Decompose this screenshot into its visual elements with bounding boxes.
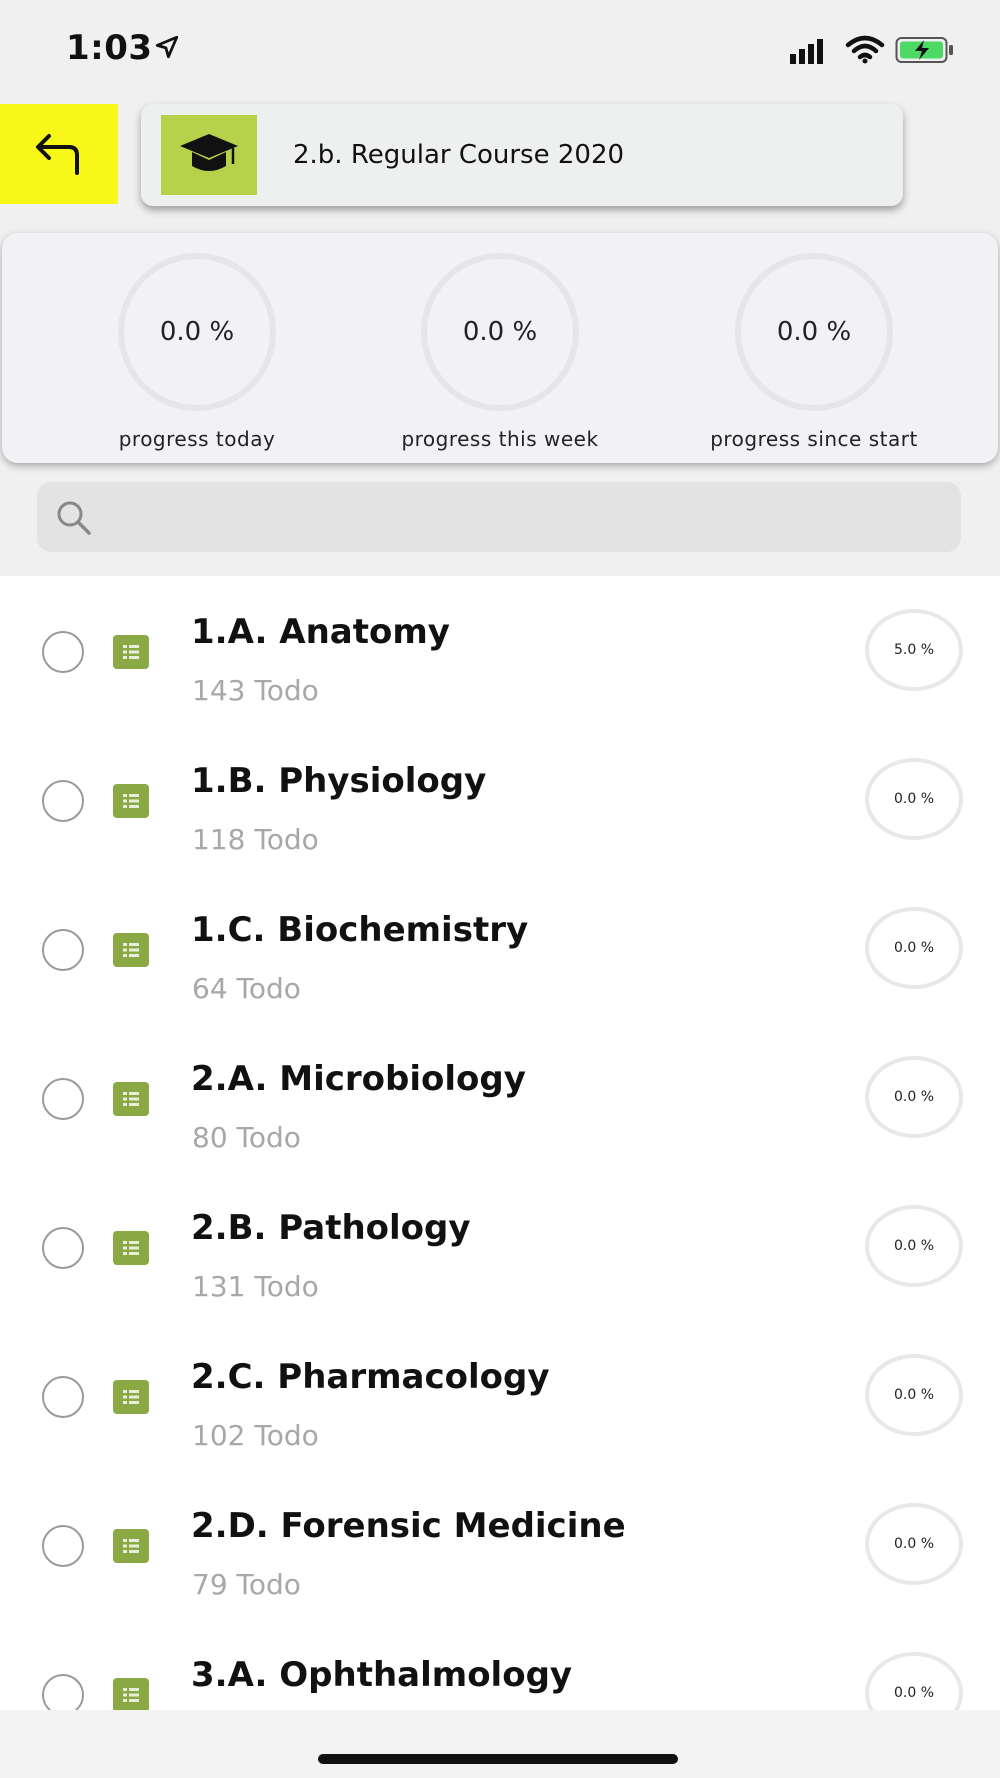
checklist-icon xyxy=(113,784,149,818)
list-item[interactable]: 2.D. Forensic Medicine 79 Todo 0.0 % xyxy=(0,1470,1000,1619)
search-icon xyxy=(57,501,91,535)
battery-charging-icon xyxy=(895,37,953,63)
home-indicator[interactable] xyxy=(318,1754,678,1764)
subject-percent: 0.0 % xyxy=(893,1089,935,1105)
course-header-card[interactable]: 2.b. Regular Course 2020 xyxy=(141,104,903,206)
back-arrow-icon xyxy=(36,134,79,175)
status-time: 1:03 xyxy=(66,28,153,68)
subject-title: 2.A. Microbiology xyxy=(191,1059,526,1099)
progress-label: progress since start xyxy=(710,427,918,451)
wifi-icon xyxy=(845,35,885,64)
subject-progress-ring: 0.0 % xyxy=(864,1353,964,1437)
graduation-cap-icon xyxy=(180,134,238,171)
checklist-icon xyxy=(113,1529,149,1563)
progress-value: 0.0 % xyxy=(776,317,852,347)
select-radio[interactable] xyxy=(42,631,84,673)
progress-value: 0.0 % xyxy=(159,317,235,347)
list-item[interactable]: 1.C. Biochemistry 64 Todo 0.0 % xyxy=(0,874,1000,1023)
select-radio[interactable] xyxy=(42,780,84,822)
subject-percent: 0.0 % xyxy=(893,1536,935,1552)
subject-todo-count: 143 Todo xyxy=(192,674,319,707)
select-radio[interactable] xyxy=(42,1674,84,1710)
progress-summary-card: 0.0 % progress today 0.0 % progress this… xyxy=(2,233,998,463)
subject-todo-count: 118 Todo xyxy=(192,823,319,856)
subject-percent: 5.0 % xyxy=(893,642,935,658)
subject-todo-count: 79 Todo xyxy=(192,1568,301,1601)
subject-percent: 0.0 % xyxy=(893,940,935,956)
subject-progress-ring: 0.0 % xyxy=(864,1651,964,1710)
progress-today: 0.0 % progress today xyxy=(47,253,347,451)
checklist-icon xyxy=(113,1678,149,1710)
course-title: 2.b. Regular Course 2020 xyxy=(293,140,625,170)
select-radio[interactable] xyxy=(42,1525,84,1567)
back-button[interactable] xyxy=(0,104,118,204)
subject-title: 1.B. Physiology xyxy=(191,761,487,801)
status-bar: 1:03 xyxy=(0,0,1000,100)
subject-title: 2.D. Forensic Medicine xyxy=(191,1506,626,1546)
subject-progress-ring: 0.0 % xyxy=(864,1204,964,1288)
progress-value: 0.0 % xyxy=(462,317,538,347)
subject-progress-ring: 0.0 % xyxy=(864,757,964,841)
subject-title: 2.C. Pharmacology xyxy=(191,1357,550,1397)
select-radio[interactable] xyxy=(42,1078,84,1120)
checklist-icon xyxy=(113,1231,149,1265)
subject-percent: 0.0 % xyxy=(893,1685,935,1701)
location-arrow-icon xyxy=(155,35,179,59)
subject-todo-count: 80 Todo xyxy=(192,1121,301,1154)
list-item[interactable]: 2.B. Pathology 131 Todo 0.0 % xyxy=(0,1172,1000,1321)
progress-ring: 0.0 % xyxy=(421,253,579,411)
list-item[interactable]: 3.A. Ophthalmology 0.0 % xyxy=(0,1619,1000,1710)
progress-label: progress this week xyxy=(401,427,599,451)
subject-percent: 0.0 % xyxy=(893,791,935,807)
progress-since-start: 0.0 % progress since start xyxy=(664,253,964,451)
subject-progress-ring: 5.0 % xyxy=(864,608,964,692)
progress-ring: 0.0 % xyxy=(735,253,893,411)
subject-progress-ring: 0.0 % xyxy=(864,1055,964,1139)
subject-todo-count: 102 Todo xyxy=(192,1419,319,1452)
progress-ring: 0.0 % xyxy=(118,253,276,411)
subject-todo-count: 64 Todo xyxy=(192,972,301,1005)
subject-title: 3.A. Ophthalmology xyxy=(191,1655,573,1695)
bottom-bar xyxy=(0,1710,1000,1778)
list-item[interactable]: 2.A. Microbiology 80 Todo 0.0 % xyxy=(0,1023,1000,1172)
subject-title: 2.B. Pathology xyxy=(191,1208,471,1248)
checklist-icon xyxy=(113,1380,149,1414)
subject-percent: 0.0 % xyxy=(893,1387,935,1403)
subject-percent: 0.0 % xyxy=(893,1238,935,1254)
select-radio[interactable] xyxy=(42,1227,84,1269)
subject-list: 1.A. Anatomy 143 Todo 5.0 % 1.B. Physiol… xyxy=(0,576,1000,1710)
search-input[interactable] xyxy=(107,482,947,552)
subject-progress-ring: 0.0 % xyxy=(864,1502,964,1586)
course-icon xyxy=(161,115,257,195)
subject-title: 1.A. Anatomy xyxy=(191,612,450,652)
subject-todo-count: 131 Todo xyxy=(192,1270,319,1303)
list-item[interactable]: 1.A. Anatomy 143 Todo 5.0 % xyxy=(0,576,1000,725)
progress-label: progress today xyxy=(118,427,276,451)
checklist-icon xyxy=(113,635,149,669)
progress-this-week: 0.0 % progress this week xyxy=(350,253,650,451)
checklist-icon xyxy=(113,1082,149,1116)
subject-progress-ring: 0.0 % xyxy=(864,906,964,990)
select-radio[interactable] xyxy=(42,1376,84,1418)
search-bar[interactable] xyxy=(37,482,961,552)
select-radio[interactable] xyxy=(42,929,84,971)
list-item[interactable]: 2.C. Pharmacology 102 Todo 0.0 % xyxy=(0,1321,1000,1470)
checklist-icon xyxy=(113,933,149,967)
list-item[interactable]: 1.B. Physiology 118 Todo 0.0 % xyxy=(0,725,1000,874)
cellular-signal-icon xyxy=(790,39,823,64)
subject-title: 1.C. Biochemistry xyxy=(191,910,529,950)
